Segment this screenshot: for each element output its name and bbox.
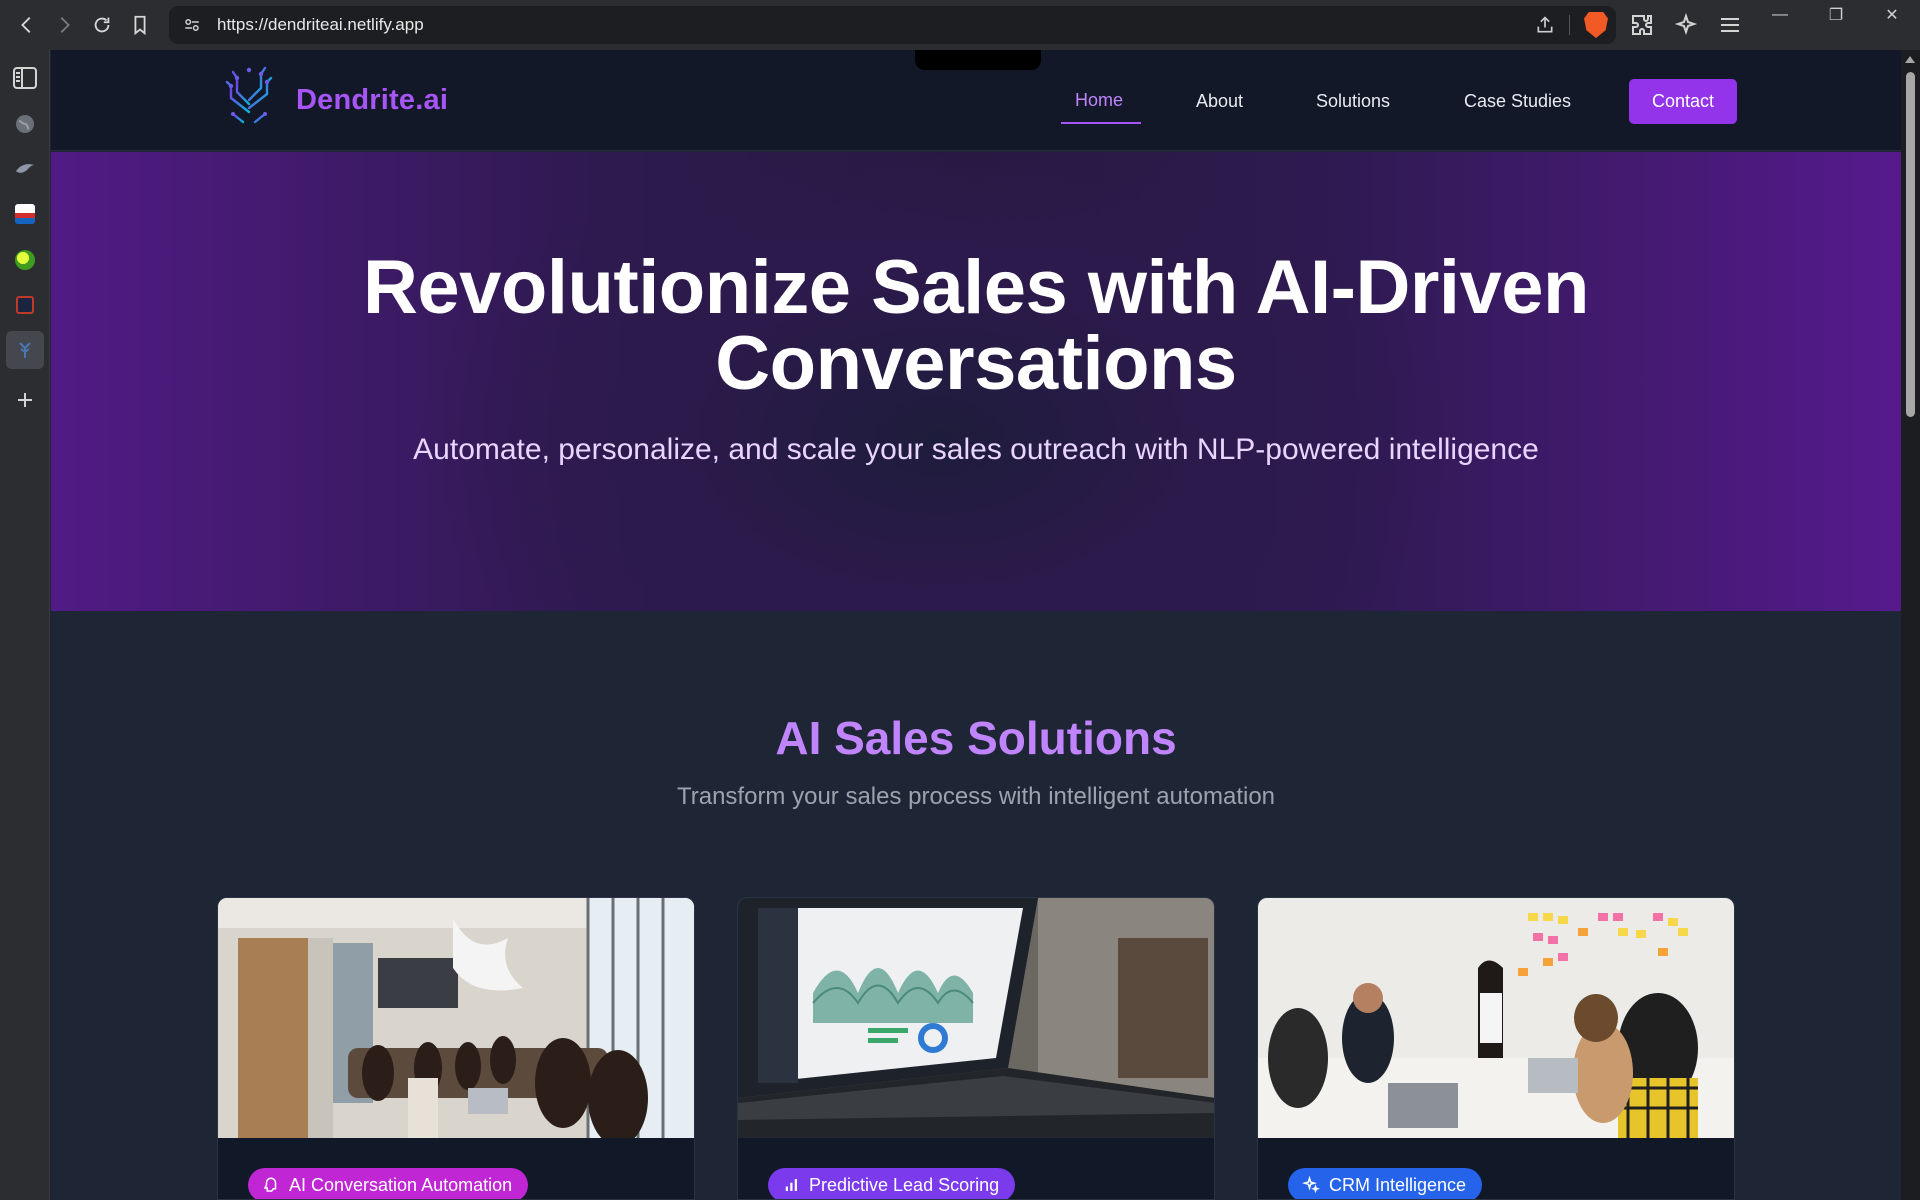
nav-active-underline: [1061, 122, 1141, 124]
leo-ai-icon[interactable]: [1674, 13, 1698, 37]
brave-shields-icon[interactable]: [1584, 12, 1608, 38]
menu-icon[interactable]: [1718, 13, 1742, 37]
nav-link-home[interactable]: Home: [1075, 90, 1123, 111]
nav-link-case-studies[interactable]: Case Studies: [1464, 91, 1571, 112]
brand-logo[interactable]: Dendrite.ai: [223, 64, 448, 136]
sidebar-toggle-icon[interactable]: [11, 64, 39, 92]
close-window-icon[interactable]: ✕: [1864, 0, 1920, 30]
back-arrow-icon: [21, 17, 31, 33]
forward-button[interactable]: [45, 6, 83, 44]
extensions-icon[interactable]: [1630, 13, 1654, 37]
tag-ai-conversation-automation: AI Conversation Automation: [248, 1168, 529, 1199]
browser-toolbar: https://dendriteai.netlify.app — ❐ ✕: [0, 0, 1920, 50]
hero-title: Revolutionize Sales with AI-Driven Conve…: [51, 250, 1901, 402]
bookmark-button[interactable]: [121, 6, 159, 44]
scroll-up-icon[interactable]: [1905, 56, 1915, 63]
solution-card-crm-intelligence[interactable]: CRM Intelligence: [1257, 897, 1735, 1200]
scrollbar-thumb[interactable]: [1906, 72, 1915, 417]
nav-link-about[interactable]: About: [1196, 91, 1243, 112]
hero-title-line-2: Conversations: [715, 321, 1237, 406]
app-icon-green[interactable]: [11, 246, 39, 274]
solutions-title: AI Sales Solutions: [775, 712, 1177, 764]
solution-card-conversation[interactable]: AI Conversation Automation: [217, 897, 695, 1200]
app-icon-dendrite[interactable]: [6, 331, 44, 369]
web-page: Dendrite.ai Home About Solutions Case St…: [51, 50, 1901, 1200]
laptop-dashboard-image: [738, 898, 1214, 1138]
address-bar-divider: [1569, 15, 1570, 35]
robot-icon: [263, 1177, 277, 1192]
maximize-icon[interactable]: ❐: [1808, 0, 1864, 30]
reload-button[interactable]: [83, 6, 121, 44]
contact-button[interactable]: Contact: [1629, 79, 1737, 124]
bar-chart-icon: [785, 1179, 797, 1191]
meeting-room-image: [218, 898, 694, 1138]
back-button[interactable]: [8, 6, 46, 44]
page-scrollbar[interactable]: [1901, 50, 1920, 1200]
sparkle-icon: [1302, 1176, 1320, 1194]
globe-icon[interactable]: [11, 110, 39, 138]
site-settings-icon[interactable]: [183, 16, 201, 34]
solution-card-lead-scoring[interactable]: Predictive Lead Scoring: [737, 897, 1215, 1200]
bookmark-icon: [134, 15, 146, 36]
hero-title-line-1: Revolutionize Sales with AI-Driven: [363, 245, 1589, 330]
solutions-subtitle: Transform your sales process with intell…: [676, 783, 1276, 810]
share-icon[interactable]: [1535, 15, 1555, 35]
brand-name: Dendrite.ai: [296, 83, 449, 116]
bird-app-icon[interactable]: [11, 155, 39, 183]
tag-label: AI Conversation Automation: [289, 1174, 513, 1195]
reload-icon: [94, 17, 110, 33]
hero-subtitle: Automate, personalize, and scale your sa…: [413, 433, 1539, 466]
nav-link-solutions[interactable]: Solutions: [1316, 91, 1390, 112]
team-meeting-image: [1258, 898, 1734, 1138]
browser-sidebar: [0, 50, 50, 1200]
tag-predictive-lead-scoring: Predictive Lead Scoring: [768, 1168, 1016, 1199]
address-bar[interactable]: https://dendriteai.netlify.app: [169, 6, 1616, 44]
tag-label: CRM Intelligence: [1329, 1174, 1467, 1195]
site-header: Dendrite.ai Home About Solutions Case St…: [51, 50, 1901, 151]
add-panel-icon[interactable]: [11, 386, 39, 414]
forward-arrow-icon: [60, 17, 70, 33]
overlay-notch: [915, 50, 1041, 70]
dendrite-logo-icon: [225, 66, 273, 136]
app-icon-dark[interactable]: [11, 291, 39, 319]
app-icon-red[interactable]: [11, 200, 39, 228]
tag-label: Predictive Lead Scoring: [809, 1174, 1000, 1195]
minimize-icon[interactable]: —: [1752, 0, 1808, 30]
hero-section: Revolutionize Sales with AI-Driven Conve…: [51, 152, 1901, 611]
tag-crm-intelligence: CRM Intelligence: [1288, 1168, 1483, 1199]
url-text: https://dendriteai.netlify.app: [217, 15, 424, 34]
